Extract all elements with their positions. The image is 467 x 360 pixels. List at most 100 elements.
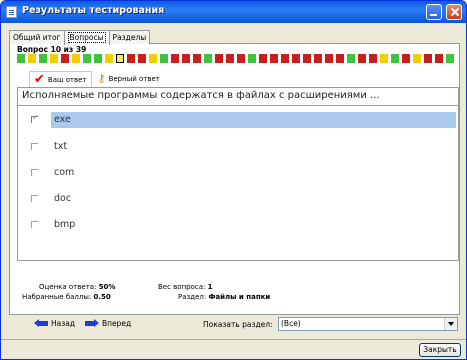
question-progress-strip: [17, 54, 458, 64]
section-value: Файлы и папки: [208, 293, 271, 301]
tab-sections-label: Разделы: [112, 33, 147, 42]
question-result-cell[interactable]: [193, 54, 201, 63]
option-checkbox[interactable]: [31, 195, 38, 202]
question-result-cell[interactable]: [215, 54, 223, 63]
points-row: Набранные баллы: 0.50: [22, 293, 111, 301]
question-result-cell[interactable]: [435, 54, 443, 63]
close-window-button[interactable]: [446, 4, 462, 20]
section-select[interactable]: (Все): [278, 317, 458, 331]
option-checkbox[interactable]: [31, 143, 38, 150]
question-result-cell[interactable]: [358, 54, 366, 63]
question-result-cell[interactable]: [281, 54, 289, 63]
question-result-cell[interactable]: [369, 54, 377, 63]
score-row: Оценка ответа: 50%: [39, 283, 115, 291]
tab-summary-label: Общий итог: [13, 33, 61, 42]
question-result-cell[interactable]: [149, 54, 157, 63]
question-result-cell[interactable]: [237, 54, 245, 63]
answer-tabs: ✔ Ваш ответ ⚷ Верный ответ: [29, 71, 166, 87]
question-result-cell[interactable]: [50, 54, 58, 63]
section-label: Раздел:: [178, 293, 207, 301]
tab-correct-answer[interactable]: ⚷ Верный ответ: [94, 71, 164, 87]
question-result-cell[interactable]: [303, 54, 311, 63]
question-result-cell[interactable]: [424, 54, 432, 63]
option-bmp[interactable]: bmp: [31, 217, 456, 233]
question-result-cell[interactable]: [94, 54, 102, 63]
question-result-cell[interactable]: [347, 54, 355, 63]
minimize-button[interactable]: [426, 4, 442, 20]
question-result-cell[interactable]: [28, 54, 36, 63]
option-label: txt: [54, 141, 68, 152]
question-result-cell[interactable]: [127, 54, 135, 63]
question-result-cell[interactable]: [72, 54, 80, 63]
option-checkbox[interactable]: [31, 113, 39, 123]
option-label: bmp: [54, 219, 76, 230]
points-value: 0.50: [93, 293, 111, 301]
question-result-cell[interactable]: [17, 54, 25, 63]
title-bar: Результаты тестирования: [1, 1, 466, 23]
option-com[interactable]: com: [31, 165, 456, 181]
question-text: Исполняемые программы содержатся в файла…: [22, 90, 380, 101]
option-checkbox[interactable]: [31, 169, 38, 176]
option-txt[interactable]: txt: [31, 139, 456, 155]
question-result-cell[interactable]: [182, 54, 190, 63]
question-result-cell[interactable]: [325, 54, 333, 63]
back-button[interactable]: Назад: [34, 319, 75, 328]
option-label: com: [54, 167, 75, 178]
question-result-cell[interactable]: [116, 54, 124, 63]
question-result-cell[interactable]: [138, 54, 146, 63]
question-result-cell[interactable]: [259, 54, 267, 63]
arrow-left-icon: [34, 319, 48, 328]
question-result-cell[interactable]: [226, 54, 234, 63]
question-result-cell[interactable]: [83, 54, 91, 63]
score-label: Оценка ответа:: [39, 283, 97, 291]
section-select-value: (Все): [281, 319, 301, 328]
section-row: Раздел: Файлы и папки: [178, 293, 270, 301]
footer-divider: [1, 339, 466, 340]
close-button[interactable]: Закрыть: [419, 343, 461, 357]
question-result-cell[interactable]: [248, 54, 256, 63]
question-result-cell[interactable]: [446, 54, 454, 63]
results-window: Результаты тестирования Общий итог Вопро…: [0, 0, 467, 360]
question-result-cell[interactable]: [391, 54, 399, 63]
question-result-cell[interactable]: [160, 54, 168, 63]
tab-correct-answer-label: Верный ответ: [108, 75, 160, 83]
main-tabs: Общий итог Вопросы Разделы: [9, 30, 151, 45]
question-result-cell[interactable]: [413, 54, 421, 63]
app-icon: [6, 6, 17, 18]
question-result-cell[interactable]: [402, 54, 410, 63]
tab-your-answer-label: Ваш ответ: [47, 75, 87, 84]
divider: [18, 105, 458, 106]
question-result-cell[interactable]: [39, 54, 47, 63]
points-label: Набранные баллы:: [22, 293, 92, 301]
option-exe[interactable]: exe: [31, 112, 456, 128]
question-result-cell[interactable]: [314, 54, 322, 63]
tab-questions-label: Вопросы: [67, 32, 106, 43]
tab-questions[interactable]: Вопросы: [63, 30, 110, 45]
tab-summary[interactable]: Общий итог: [9, 30, 65, 44]
question-result-cell[interactable]: [292, 54, 300, 63]
question-counter: Вопрос 10 из 39: [17, 45, 87, 54]
question-result-cell[interactable]: [105, 54, 113, 63]
tab-sections[interactable]: Разделы: [108, 30, 151, 44]
question-result-cell[interactable]: [204, 54, 212, 63]
option-doc[interactable]: doc: [31, 191, 456, 207]
question-result-cell[interactable]: [171, 54, 179, 63]
chevron-down-icon[interactable]: [444, 318, 457, 330]
weight-value: 1: [207, 283, 213, 291]
weight-label: Вес вопроса:: [158, 283, 206, 291]
question-result-cell[interactable]: [336, 54, 344, 63]
forward-button[interactable]: Вперед: [85, 319, 131, 328]
option-checkbox[interactable]: [31, 221, 38, 228]
forward-label: Вперед: [102, 319, 132, 328]
tab-your-answer[interactable]: ✔ Ваш ответ: [29, 71, 92, 87]
question-result-cell[interactable]: [270, 54, 278, 63]
question-result-cell[interactable]: [61, 54, 69, 63]
question-result-cell[interactable]: [380, 54, 388, 63]
arrow-right-icon: [85, 319, 99, 328]
weight-row: Вес вопроса: 1: [158, 283, 213, 291]
option-label: exe: [51, 112, 456, 128]
score-value: 50%: [98, 283, 116, 291]
back-label: Назад: [51, 319, 76, 328]
option-label: doc: [54, 193, 72, 204]
window-title: Результаты тестирования: [22, 5, 165, 16]
